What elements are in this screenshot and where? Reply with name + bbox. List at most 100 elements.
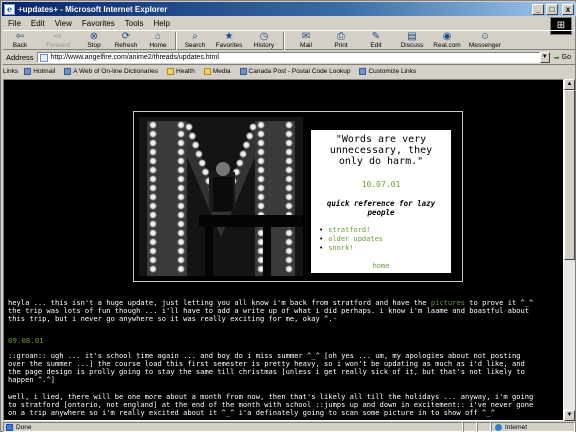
quick-links-list: stratford! older updates snork!: [319, 226, 383, 253]
menu-file[interactable]: File: [3, 19, 26, 28]
light-bulb: [176, 264, 186, 274]
light-bulb: [256, 129, 266, 139]
title-bar: e +updates+ - Microsoft Internet Explore…: [2, 2, 576, 16]
scroll-up-button[interactable]: ▲: [564, 79, 575, 90]
minimize-button[interactable]: _: [532, 3, 544, 15]
stop-icon: ⊗: [89, 31, 99, 42]
light-bulb: [284, 147, 294, 157]
link-media[interactable]: Media: [203, 68, 231, 75]
light-bulb: [256, 174, 266, 184]
light-bulb: [284, 228, 294, 238]
light-bulb: [176, 255, 186, 265]
light-bulb: [148, 192, 158, 202]
scroll-down-button[interactable]: ▼: [564, 410, 575, 421]
light-bulb: [194, 149, 204, 159]
mail-button[interactable]: ✉ Mail: [287, 31, 325, 51]
light-bulb: [176, 201, 186, 211]
address-bar: Address http://www.angelfire.com/anime2/…: [3, 51, 575, 65]
go-arrow-icon: ➡: [553, 54, 560, 62]
messenger-icon: ☺: [479, 31, 491, 42]
discuss-button[interactable]: ▤ Discuss: [395, 31, 429, 51]
back-button[interactable]: ⇦ Back: [3, 31, 37, 51]
light-bulb: [256, 147, 266, 157]
print-button[interactable]: ⎙ Print: [325, 31, 357, 51]
light-bulb: [148, 147, 158, 157]
light-bulb: [284, 120, 294, 130]
light-bulb: [148, 129, 158, 139]
light-bulb: [256, 201, 266, 211]
favorites-button[interactable]: ★ Favorites: [211, 31, 247, 51]
light-bulb: [284, 174, 294, 184]
update-post-2: ::groan:: ugh ... it's school time again…: [8, 351, 525, 384]
link-hotmail[interactable]: Hotmail: [24, 68, 55, 75]
light-bulb: [148, 138, 158, 148]
favorites-icon: ★: [224, 31, 234, 42]
page-content: "Words are very unnecessary, they only d…: [3, 79, 564, 421]
light-bulb: [148, 201, 158, 211]
light-bulb: [284, 138, 294, 148]
light-bulb: [242, 140, 251, 150]
stop-button[interactable]: ⊗ Stop: [79, 31, 109, 51]
menu-help[interactable]: Help: [148, 19, 174, 28]
home-button[interactable]: ⌂ Home: [143, 31, 173, 51]
light-bulb: [176, 219, 186, 229]
light-bulb: [176, 147, 186, 157]
home-link[interactable]: home: [311, 262, 451, 270]
light-bulb: [148, 255, 158, 265]
messenger-button[interactable]: ☺ Messenger: [465, 31, 505, 51]
refresh-button[interactable]: ⟳ Refresh: [109, 31, 143, 51]
menu-view[interactable]: View: [50, 19, 77, 28]
light-bulb: [198, 158, 207, 168]
toolbar-divider: [283, 32, 285, 50]
light-bulb: [176, 246, 186, 256]
quick-link-older-updates[interactable]: older updates: [319, 235, 383, 244]
link-canada-post[interactable]: Canada Post - Postal Code Lookup: [239, 68, 350, 75]
link-page-icon: [359, 68, 367, 75]
light-bulb: [284, 264, 294, 274]
menu-edit[interactable]: Edit: [26, 19, 50, 28]
light-bulb: [284, 237, 294, 247]
realcom-icon: ◉: [442, 31, 452, 42]
quick-link-snork[interactable]: snork!: [319, 244, 383, 253]
print-icon: ⎙: [337, 31, 345, 42]
status-bar: Done Internet: [3, 422, 575, 432]
menu-favorites[interactable]: Favorites: [77, 19, 120, 28]
light-bulb: [176, 120, 186, 130]
light-bulb: [256, 165, 266, 175]
light-bulb: [284, 255, 294, 265]
page-icon: [39, 53, 48, 62]
vertical-scrollbar[interactable]: ▲ ▼: [564, 79, 575, 421]
light-bulb: [188, 131, 197, 141]
edit-button[interactable]: ✎ Edit: [357, 31, 395, 51]
folder-icon: [167, 68, 175, 75]
light-bulb: [284, 129, 294, 139]
browser-window: e +updates+ - Microsoft Internet Explore…: [0, 0, 576, 432]
go-button[interactable]: ➡ Go: [550, 54, 575, 62]
light-bulb: [176, 165, 186, 175]
link-dictionaries[interactable]: A Web of On-line Dictionaries: [64, 68, 158, 75]
light-bulb: [284, 183, 294, 193]
update-date: 09.08.01: [8, 336, 44, 345]
home-icon: ⌂: [154, 31, 162, 42]
maximize-button[interactable]: □: [546, 3, 558, 15]
light-bulb: [176, 228, 186, 238]
letter-m-lights-image: [139, 117, 303, 276]
realcom-button[interactable]: ◉ Real.com: [429, 31, 465, 51]
link-health[interactable]: Health: [167, 68, 195, 75]
status-text: Done: [3, 422, 463, 432]
link-customize[interactable]: Customize Links: [359, 68, 416, 75]
light-bulb: [176, 174, 186, 184]
forward-button[interactable]: ⇨ Forward: [37, 31, 79, 51]
light-bulb: [248, 122, 258, 132]
history-button[interactable]: ◷ History: [247, 31, 281, 51]
address-input[interactable]: http://www.angelfire.com/anime2/threads/…: [36, 52, 540, 63]
light-bulb: [148, 120, 158, 130]
menu-tools[interactable]: Tools: [120, 19, 149, 28]
quick-link-stratford[interactable]: stratford!: [319, 226, 383, 235]
search-button[interactable]: ⌕ Search: [179, 31, 211, 51]
close-button[interactable]: x: [562, 3, 574, 15]
light-bulb: [176, 237, 186, 247]
scroll-thumb[interactable]: [564, 90, 575, 260]
links-bar: Links Hotmail A Web of On-line Dictionar…: [3, 66, 575, 77]
address-dropdown-button[interactable]: ▼: [539, 52, 550, 63]
